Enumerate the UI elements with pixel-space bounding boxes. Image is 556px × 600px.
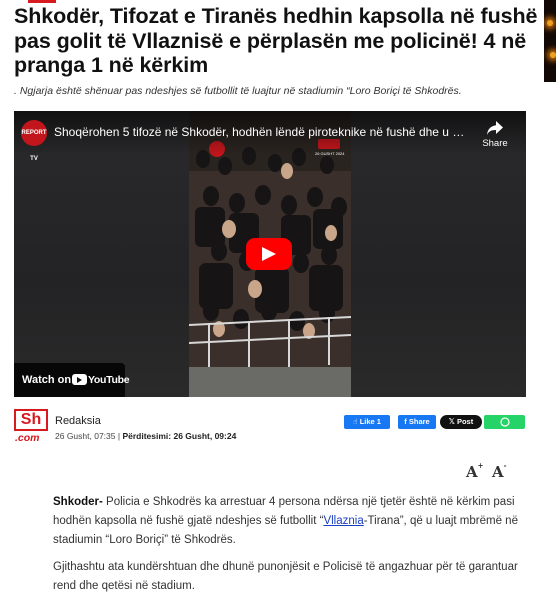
facebook-share-label: Share — [408, 417, 430, 426]
watch-on-label: Watch on — [22, 374, 72, 386]
channel-logo[interactable]: REPORT TV — [21, 120, 47, 162]
thumbs-up-icon: ☝ — [353, 417, 358, 426]
font-decrease-mark: - — [503, 461, 507, 470]
x-logo-icon: 𝕏 — [448, 417, 455, 426]
font-increase-mark: + — [477, 461, 484, 470]
facebook-like-button[interactable]: ☝ Like 1 — [344, 415, 390, 429]
article-paragraph: Gjithashtu ata kundërshtuan dhe dhunë pu… — [53, 561, 518, 592]
article-dates: 26 Gusht, 07:35 | Përditesimi: 26 Gusht,… — [55, 431, 236, 441]
facebook-share-button[interactable]: f Share — [398, 415, 436, 429]
video-share-button[interactable]: Share — [478, 120, 512, 149]
article-headline: Shkodër, Tifozat e Tiranës hedhin kapsol… — [14, 4, 538, 77]
article-paragraph: Shkoder- Policia e Shkodrës ka arrestuar… — [53, 493, 527, 550]
site-logo[interactable]: Sh .com — [14, 409, 48, 445]
facebook-icon: f — [404, 417, 407, 426]
share-label: Share — [482, 138, 508, 149]
whatsapp-icon — [499, 417, 510, 427]
article-byline: Sh .com Redaksia 26 Gusht, 07:35 | Përdi… — [14, 407, 540, 447]
youtube-logo-icon — [72, 374, 87, 385]
font-increase-button[interactable]: A+ — [466, 461, 484, 481]
share-arrow-icon — [487, 121, 503, 135]
play-icon — [262, 247, 276, 261]
font-increase-letter: A — [466, 463, 478, 481]
site-logo-suffix: .com — [15, 432, 40, 444]
article-subtitle: . Ngjarja është shënuar pas ndeshjes së … — [14, 85, 462, 97]
font-decrease-letter: A — [492, 463, 504, 481]
vllaznia-link[interactable]: Vllaznia — [323, 515, 363, 527]
font-decrease-button[interactable]: A- — [492, 461, 507, 481]
x-post-label: Post — [456, 417, 474, 426]
youtube-wordmark: YouTube — [88, 374, 130, 386]
published-date: 26 Gusht, 07:35 — [55, 431, 116, 441]
updated-label: Përditesimi: — [122, 431, 172, 441]
site-logo-mark: Sh — [14, 409, 48, 431]
side-ad-image[interactable] — [544, 0, 556, 82]
x-post-button[interactable]: 𝕏 Post — [440, 415, 482, 429]
facebook-like-label: Like 1 — [359, 417, 381, 426]
video-player[interactable]: 26 GUSHT 2024 REPORT TV Shoqërohen 5 tif… — [14, 111, 526, 397]
whatsapp-share-button[interactable] — [484, 415, 525, 429]
play-button[interactable] — [246, 238, 292, 270]
updated-date: 26 Gusht, 09:24 — [173, 431, 237, 441]
dateline: Shkoder- — [53, 496, 103, 508]
author-name[interactable]: Redaksia — [55, 415, 101, 427]
watch-on-youtube-link[interactable]: Watch on YouTube — [14, 363, 130, 397]
font-size-tools: A+ A- — [466, 461, 516, 481]
article-body: Shkoder- Policia e Shkodrës ka arrestuar… — [53, 493, 527, 600]
category-tab-accent — [28, 0, 56, 3]
video-title[interactable]: Shoqërohen 5 tifozë në Shkodër, hodhën l… — [54, 125, 468, 139]
